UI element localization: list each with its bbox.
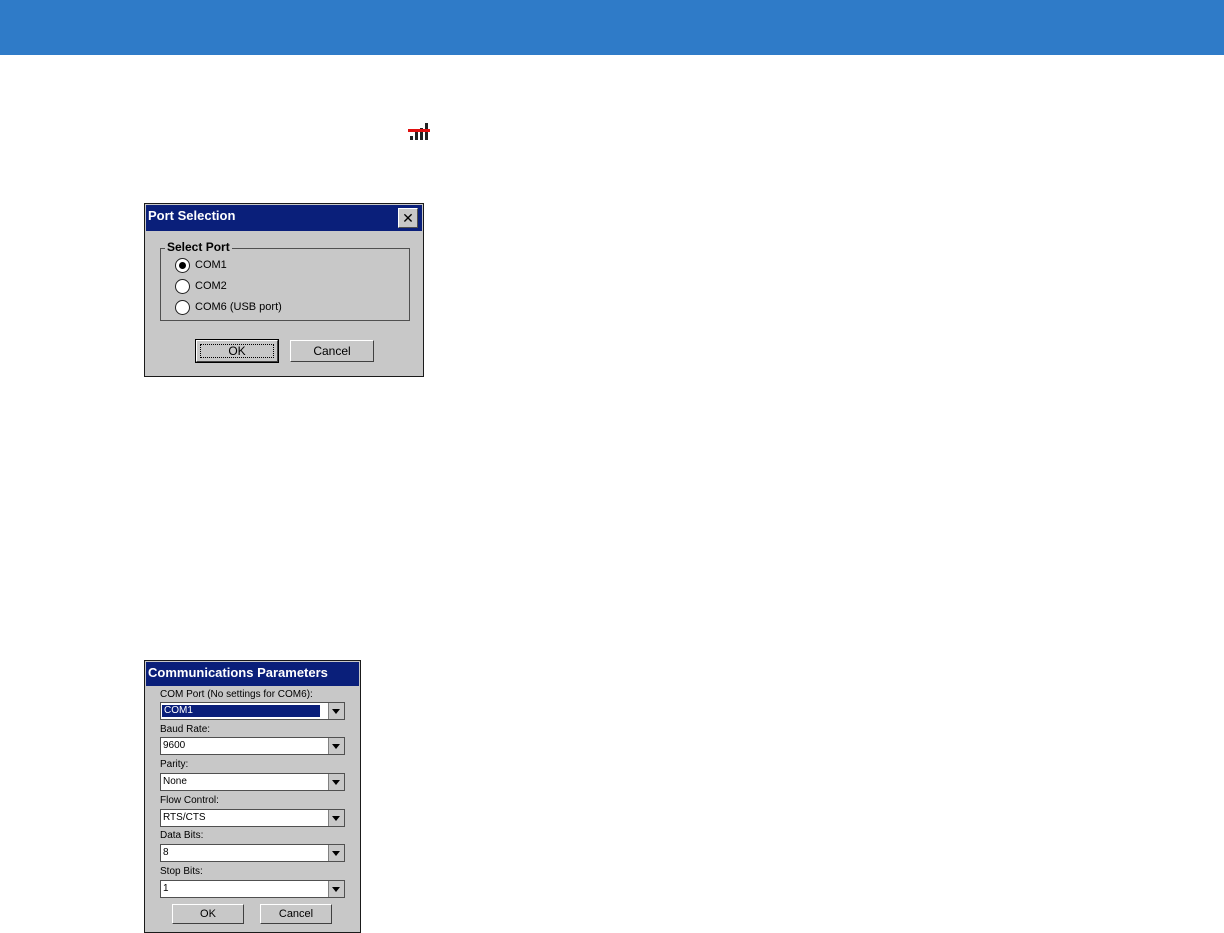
combo-value: 1 bbox=[163, 883, 169, 894]
cancel-label: Cancel bbox=[313, 344, 351, 358]
close-icon: ✕ bbox=[402, 210, 414, 226]
stop-bits-label: Stop Bits: bbox=[160, 866, 203, 877]
cancel-label: Cancel bbox=[278, 908, 314, 920]
com-port-label: COM Port (No settings for COM6): bbox=[160, 689, 313, 700]
baud-rate-select[interactable]: 9600 bbox=[160, 737, 345, 755]
dialog-titlebar: Communications Parameters bbox=[146, 662, 359, 686]
focus-rect bbox=[200, 344, 274, 358]
chevron-down-icon[interactable] bbox=[328, 703, 344, 719]
flow-control-label: Flow Control: bbox=[160, 795, 219, 806]
data-bits-select[interactable]: 8 bbox=[160, 844, 345, 862]
parity-label: Parity: bbox=[160, 759, 189, 770]
parity-select[interactable]: None bbox=[160, 773, 345, 791]
communications-parameters-dialog: Communications Parameters COM Port (No s… bbox=[144, 660, 361, 933]
radio-label: COM6 (USB port) bbox=[195, 301, 282, 313]
header-bar bbox=[0, 0, 1224, 55]
radio-button[interactable] bbox=[175, 258, 190, 273]
chevron-down-icon[interactable] bbox=[328, 810, 344, 826]
ok-button[interactable]: OK bbox=[172, 904, 244, 924]
close-button[interactable]: ✕ bbox=[398, 208, 418, 228]
combo-value: COM1 bbox=[162, 705, 320, 717]
chevron-down-icon[interactable] bbox=[328, 738, 344, 754]
radio-label: COM2 bbox=[195, 280, 227, 292]
select-port-group: Select Port COM1 COM2 COM6 (USB port) bbox=[160, 240, 410, 321]
chevron-down-icon[interactable] bbox=[328, 845, 344, 861]
ok-button[interactable]: OK bbox=[195, 339, 279, 363]
cancel-button[interactable]: Cancel bbox=[260, 904, 332, 924]
baud-rate-label: Baud Rate: bbox=[160, 724, 211, 735]
combo-value: RTS/CTS bbox=[163, 812, 206, 823]
radio-label: COM1 bbox=[195, 259, 227, 271]
dialog-title: Communications Parameters bbox=[148, 665, 328, 680]
com-port-select[interactable]: COM1 bbox=[160, 702, 345, 720]
cancel-button[interactable]: Cancel bbox=[290, 340, 374, 362]
combo-value: 9600 bbox=[163, 740, 186, 751]
ok-label: OK bbox=[200, 908, 216, 920]
stop-bits-select[interactable]: 1 bbox=[160, 880, 345, 898]
signal-strength-icon bbox=[408, 123, 430, 140]
flow-control-select[interactable]: RTS/CTS bbox=[160, 809, 345, 827]
group-label: Select Port bbox=[165, 240, 232, 254]
combo-value: 8 bbox=[163, 847, 169, 858]
port-selection-dialog: Port Selection ✕ Select Port COM1 COM2 C… bbox=[144, 203, 424, 377]
chevron-down-icon[interactable] bbox=[328, 774, 344, 790]
combo-value: None bbox=[163, 776, 187, 787]
dialog-title: Port Selection bbox=[148, 208, 236, 223]
radio-button[interactable] bbox=[175, 300, 190, 315]
data-bits-label: Data Bits: bbox=[160, 830, 204, 841]
chevron-down-icon[interactable] bbox=[328, 881, 344, 897]
radio-button[interactable] bbox=[175, 279, 190, 294]
dialog-titlebar: Port Selection ✕ bbox=[146, 205, 422, 231]
